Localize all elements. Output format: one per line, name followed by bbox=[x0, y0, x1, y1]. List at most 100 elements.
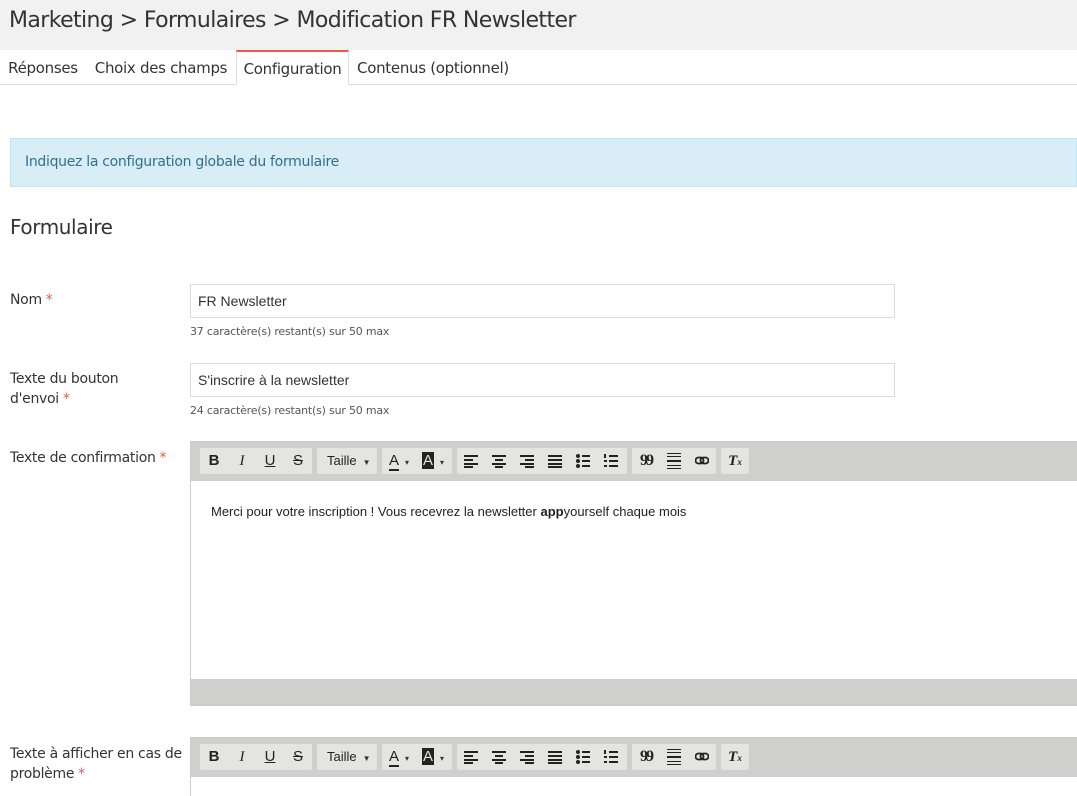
numbered-list-button[interactable] bbox=[597, 448, 625, 474]
content-text: Merci pour votre inscription ! Vous rece… bbox=[211, 504, 541, 519]
probleme-editor: B I U S Taille ▼ A ▾ A ▾ 99 Tx bbox=[190, 737, 1077, 796]
tab-reponses[interactable]: Réponses bbox=[0, 50, 86, 84]
numbered-list-button[interactable] bbox=[597, 744, 625, 770]
link-button[interactable] bbox=[688, 448, 716, 474]
strike-button[interactable]: S bbox=[284, 448, 312, 474]
bouton-label-line2: d'envoi bbox=[10, 391, 59, 407]
size-dropdown[interactable]: Taille ▼ bbox=[317, 448, 377, 474]
horizontal-rule-icon bbox=[667, 749, 681, 765]
editor-statusbar bbox=[191, 679, 1077, 705]
bullet-list-button[interactable] bbox=[569, 744, 597, 770]
clear-format-button[interactable]: Tx bbox=[721, 744, 749, 770]
horizontal-rule-button[interactable] bbox=[660, 744, 688, 770]
strike-button[interactable]: S bbox=[284, 744, 312, 770]
align-list-group bbox=[457, 744, 627, 770]
underline-button[interactable]: U bbox=[256, 448, 284, 474]
text-color-button[interactable]: A ▾ bbox=[382, 744, 416, 770]
bouton-input[interactable]: S'inscrire à la newsletter bbox=[190, 363, 895, 397]
align-left-icon bbox=[464, 751, 478, 764]
chevron-down-icon: ▼ bbox=[362, 458, 371, 467]
align-justify-icon bbox=[548, 751, 562, 764]
nom-input[interactable]: FR Newsletter bbox=[190, 284, 895, 318]
bg-color-icon: A bbox=[421, 452, 434, 469]
link-icon bbox=[695, 752, 709, 761]
bold-button[interactable]: B bbox=[200, 448, 228, 474]
bouton-label-line1: Texte du bouton bbox=[10, 371, 119, 387]
justify-button[interactable] bbox=[541, 744, 569, 770]
italic-button[interactable]: I bbox=[228, 448, 256, 474]
content-bold: app bbox=[540, 504, 564, 519]
align-right-button[interactable] bbox=[513, 744, 541, 770]
page-header: Marketing > Formulaires > Modification F… bbox=[0, 0, 1077, 50]
editor-toolbar: B I U S Taille ▼ A ▾ A ▾ 99 Tx bbox=[191, 738, 1077, 777]
clear-format-button[interactable]: Tx bbox=[721, 448, 749, 474]
bold-button[interactable]: B bbox=[200, 744, 228, 770]
insert-group: 99 bbox=[632, 448, 716, 474]
align-right-icon bbox=[520, 455, 534, 468]
align-list-group bbox=[457, 448, 627, 474]
required-marker: * bbox=[159, 450, 167, 466]
numbered-list-icon bbox=[604, 750, 618, 763]
content-text-after: yourself chaque mois bbox=[563, 504, 687, 519]
size-label: Taille ▼ bbox=[327, 448, 371, 474]
text-color-button[interactable]: A ▾ bbox=[382, 448, 416, 474]
tab-contenus[interactable]: Contenus (optionnel) bbox=[349, 50, 517, 84]
align-left-button[interactable] bbox=[457, 744, 485, 770]
text-color-icon: A bbox=[388, 748, 399, 767]
editor-content[interactable]: Merci pour votre inscription ! Vous rece… bbox=[211, 504, 686, 519]
size-label: Taille ▼ bbox=[327, 744, 371, 770]
clear-group: Tx bbox=[721, 744, 749, 770]
bullet-list-icon bbox=[576, 750, 590, 764]
required-marker: * bbox=[45, 292, 53, 308]
editor-toolbar: B I U S Taille ▼ A ▾ A ▾ 99 Tx bbox=[191, 442, 1077, 481]
align-center-icon bbox=[492, 751, 506, 764]
align-left-icon bbox=[464, 455, 478, 468]
underline-button[interactable]: U bbox=[256, 744, 284, 770]
chevron-down-icon: ▼ bbox=[362, 754, 371, 763]
link-button[interactable] bbox=[688, 744, 716, 770]
size-label-text: Taille bbox=[327, 453, 357, 468]
align-center-icon bbox=[492, 455, 506, 468]
clear-group: Tx bbox=[721, 448, 749, 474]
align-center-button[interactable] bbox=[485, 744, 513, 770]
bg-color-button[interactable]: A ▾ bbox=[416, 448, 450, 474]
color-group: A ▾ A ▾ bbox=[382, 744, 452, 770]
size-dropdown[interactable]: Taille ▼ bbox=[317, 744, 377, 770]
align-right-icon bbox=[520, 751, 534, 764]
text-color-icon: A bbox=[388, 452, 399, 471]
tab-configuration[interactable]: Configuration bbox=[236, 50, 349, 85]
bullet-list-icon bbox=[576, 454, 590, 468]
required-marker: * bbox=[78, 766, 85, 782]
italic-button[interactable]: I bbox=[228, 744, 256, 770]
size-label-text: Taille bbox=[327, 749, 357, 764]
color-group: A ▾ A ▾ bbox=[382, 448, 452, 474]
horizontal-rule-icon bbox=[667, 453, 681, 469]
chevron-down-icon: ▾ bbox=[405, 458, 410, 467]
bg-color-button[interactable]: A ▾ bbox=[416, 744, 450, 770]
tab-bar: Réponses Choix des champs Configuration … bbox=[0, 50, 1077, 85]
align-center-button[interactable] bbox=[485, 448, 513, 474]
bullet-list-button[interactable] bbox=[569, 448, 597, 474]
insert-group: 99 bbox=[632, 744, 716, 770]
bouton-label: Texte du bouton d'envoi * bbox=[10, 369, 119, 409]
confirmation-label: Texte de confirmation * bbox=[10, 448, 167, 468]
align-right-button[interactable] bbox=[513, 448, 541, 474]
confirmation-label-text: Texte de confirmation bbox=[10, 450, 156, 466]
info-alert: Indiquez la configuration globale du for… bbox=[10, 138, 1077, 187]
horizontal-rule-button[interactable] bbox=[660, 448, 688, 474]
quote-button[interactable]: 99 bbox=[632, 744, 660, 770]
probleme-label-line1: Texte à afficher en cas de bbox=[10, 746, 182, 762]
align-justify-icon bbox=[548, 455, 562, 468]
format-group: B I U S bbox=[200, 744, 312, 770]
bg-color-icon: A bbox=[421, 748, 434, 765]
justify-button[interactable] bbox=[541, 448, 569, 474]
probleme-label: Texte à afficher en cas de problème * bbox=[10, 744, 182, 784]
link-icon bbox=[695, 456, 709, 465]
align-left-button[interactable] bbox=[457, 448, 485, 474]
clear-format-x: x bbox=[737, 753, 742, 763]
section-title: Formulaire bbox=[10, 215, 113, 239]
quote-button[interactable]: 99 bbox=[632, 448, 660, 474]
numbered-list-icon bbox=[604, 454, 618, 467]
chevron-down-icon: ▾ bbox=[440, 458, 445, 467]
tab-choix-des-champs[interactable]: Choix des champs bbox=[86, 50, 236, 84]
